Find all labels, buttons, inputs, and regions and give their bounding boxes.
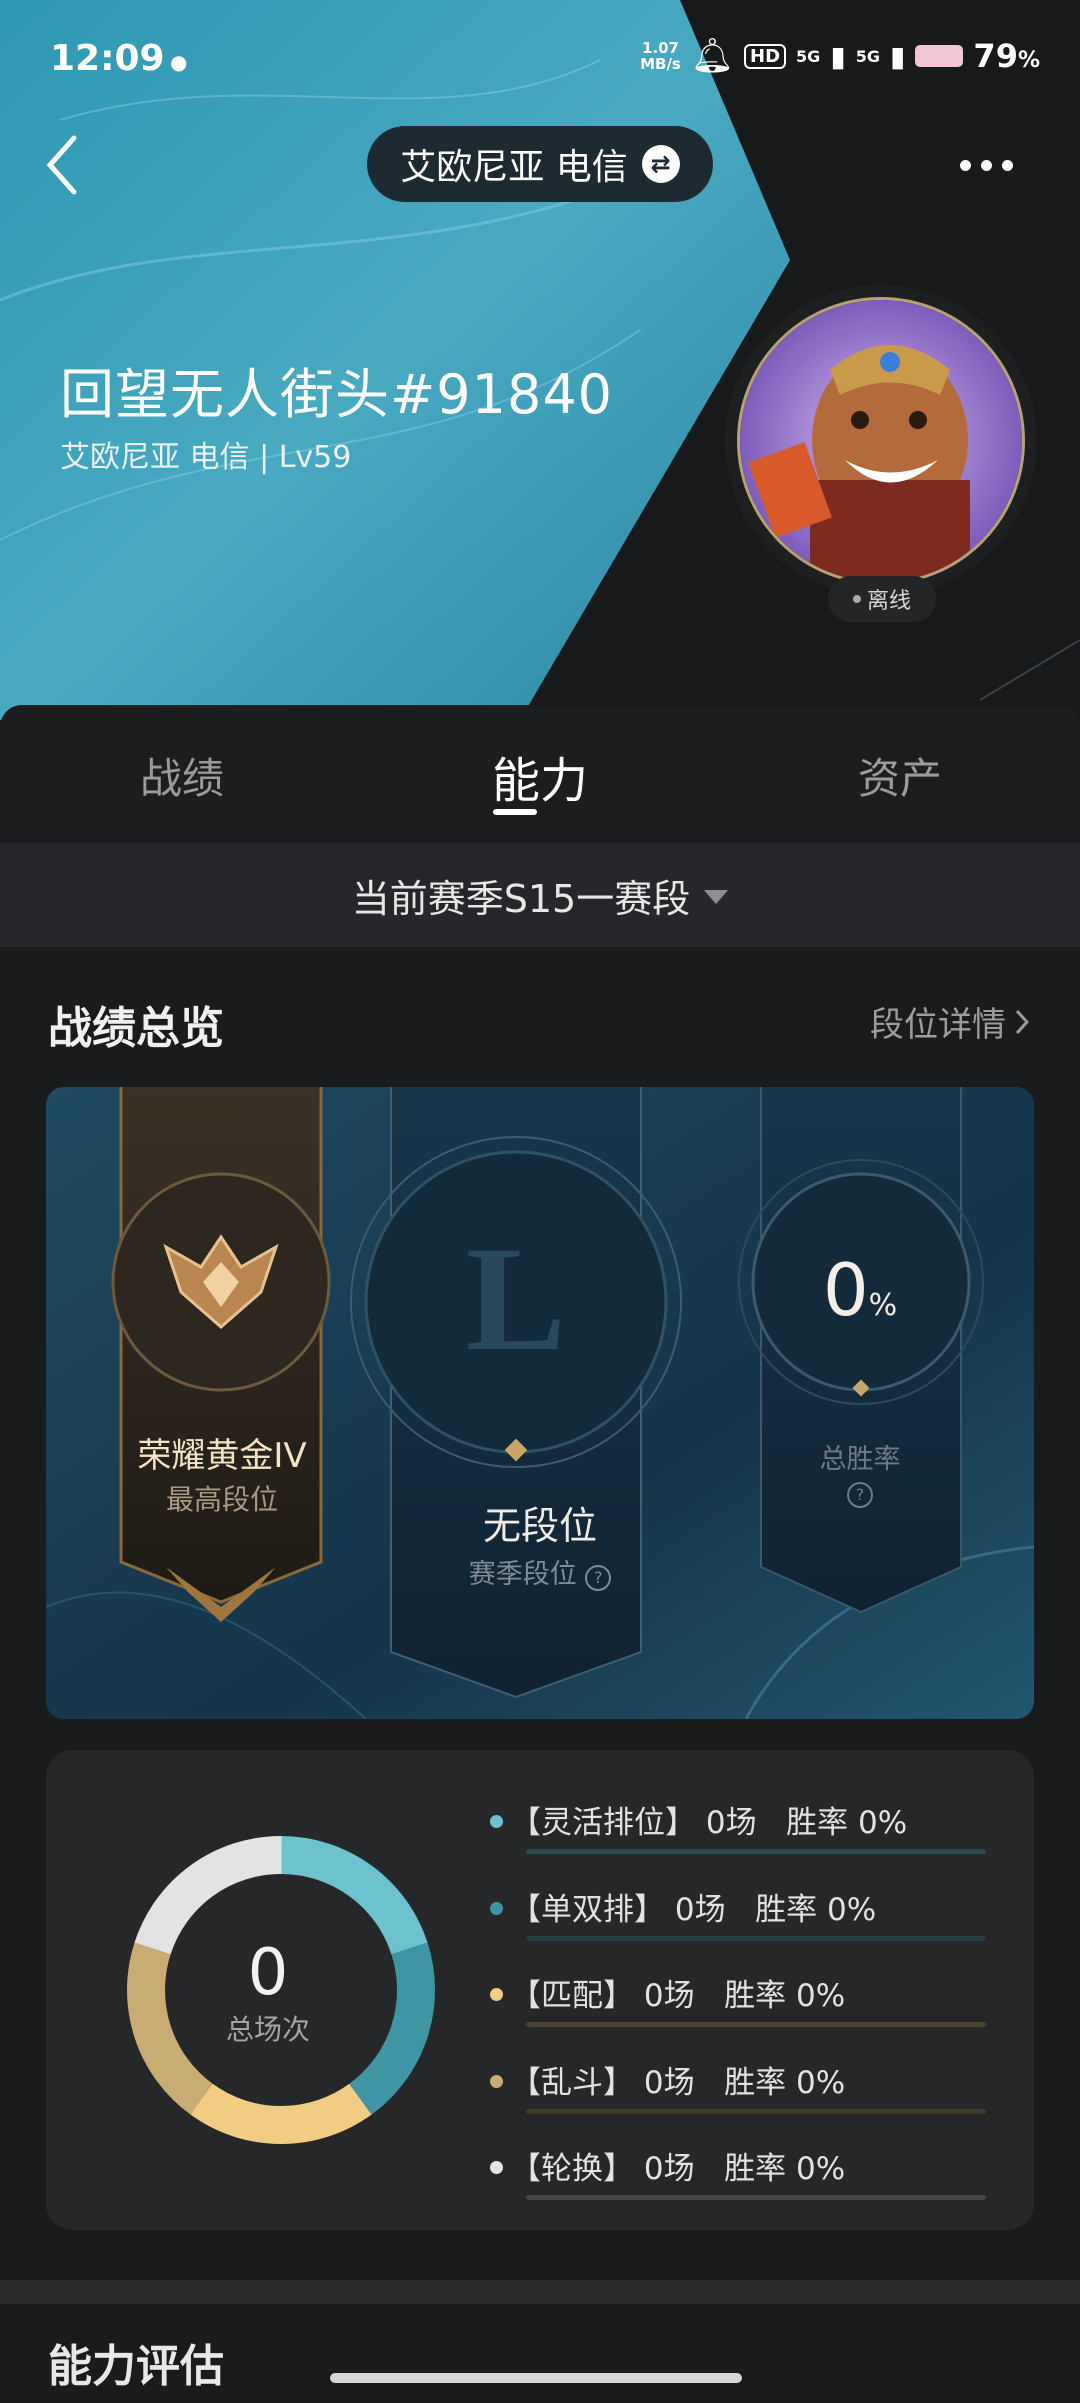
tab-assets[interactable]: 资产 (858, 745, 942, 806)
next-section-title: 能力评估 (48, 2341, 224, 2392)
battery-level: 79% (973, 37, 1040, 75)
help-icon[interactable]: ? (847, 1482, 873, 1508)
season-rank-label: 赛季段位 (468, 1559, 577, 1590)
tab-bar: 战绩 能力 资产 (0, 705, 1080, 843)
total-matches-label: 总场次 (225, 2013, 310, 2046)
more-options-button[interactable] (960, 145, 1024, 185)
champion-portrait (740, 300, 1022, 582)
tab-ability[interactable]: 能力 (492, 741, 588, 811)
home-indicator[interactable] (330, 2373, 742, 2383)
section-title: 战绩总览 (48, 1003, 224, 1054)
swap-icon: ⇄ (641, 145, 680, 183)
signal-5g-2: 5G (855, 46, 880, 66)
network-speed: 1.07 MB/s (640, 39, 681, 73)
player-server-level: 艾欧尼亚 电信 | Lv59 (60, 440, 352, 475)
total-matches: 0 (247, 1936, 289, 2010)
online-status-badge: 离线 (828, 576, 936, 622)
legend-dot (490, 1815, 503, 1828)
signal-5g-1: 5G (796, 46, 821, 66)
chevron-right-icon (1015, 1009, 1030, 1034)
notification-icon: ● (170, 50, 188, 74)
rank-details-label: 段位详情 (870, 1005, 1006, 1045)
legend-dot (490, 2161, 503, 2174)
server-switch-button[interactable]: 艾欧尼亚 电信 ⇄ (367, 126, 713, 202)
status-icons: 1.07 MB/s 🔔︎ HD 5G ▮ 5G ▮ 79% (640, 36, 1040, 76)
legend-normal: 【匹配】 0场 胜率 0% (490, 1970, 990, 2040)
win-rate-label-row[interactable]: 总胜率 ? (760, 1437, 960, 1508)
season-selector[interactable]: 当前赛季S15一赛段 (0, 843, 1080, 947)
legend-label: 【灵活排位】 0场 胜率 0% (510, 1805, 908, 1841)
league-emblem-letter: L (466, 1216, 566, 1382)
dot (960, 159, 971, 171)
legend-dot (490, 1988, 503, 2001)
bell-icon: 🔔︎ (690, 36, 735, 76)
clock: 12:09 (50, 38, 165, 79)
legend-flex: 【灵活排位】 0场 胜率 0% (490, 1797, 990, 1867)
rank-overview-panel: L (46, 1087, 1034, 1719)
legend-bar (526, 1936, 986, 1941)
win-rate-value: 0% (822, 1248, 898, 1332)
signal-icon: ▮ (890, 39, 906, 73)
help-icon[interactable]: ? (585, 1565, 612, 1591)
best-rank-value: 荣耀黄金IV (137, 1436, 307, 1476)
legend-dot (490, 1902, 503, 1915)
tab-record[interactable]: 战绩 (140, 745, 224, 806)
status-bar: 12:09 ● 1.07 MB/s 🔔︎ HD 5G ▮ 5G ▮ 79% (0, 0, 1080, 120)
legend-bar (526, 1849, 986, 1854)
hd-badge: HD (744, 43, 787, 69)
legend-dot (490, 2075, 503, 2088)
battery-icon (915, 45, 964, 67)
back-button[interactable] (40, 130, 100, 200)
season-rank-label-row[interactable]: 赛季段位 ? (400, 1552, 680, 1591)
dot (981, 159, 992, 171)
avatar[interactable] (737, 297, 1025, 585)
best-rank-label: 最高段位 (165, 1483, 278, 1516)
rank-panel-art: L (46, 1087, 1034, 1719)
chevron-left-icon (46, 135, 77, 195)
legend-solo: 【单双排】 0场 胜率 0% (490, 1884, 990, 1954)
active-tab-indicator (493, 809, 537, 815)
legend-label: 【单双排】 0场 胜率 0% (510, 1892, 877, 1928)
profile-header: 12:09 ● 1.07 MB/s 🔔︎ HD 5G ▮ 5G ▮ 79% 艾欧尼… (0, 0, 1080, 720)
server-label: 艾欧尼亚 电信 (400, 147, 628, 188)
legend-rotation: 【轮换】 0场 胜率 0% (490, 2143, 990, 2213)
legend-label: 【乱斗】 0场 胜率 0% (510, 2065, 846, 2101)
legend-bar (526, 2109, 986, 2114)
legend-label: 【轮换】 0场 胜率 0% (510, 2151, 846, 2187)
caret-down-icon (704, 890, 729, 904)
legend-aram: 【乱斗】 0场 胜率 0% (490, 2057, 990, 2127)
season-label: 当前赛季S15一赛段 (351, 876, 691, 921)
win-rate-label: 总胜率 (819, 1444, 901, 1475)
donut-center: 0 总场次 (168, 1938, 368, 2048)
signal-icon: ▮ (830, 39, 846, 73)
player-name: 回望无人街头#91840 (60, 363, 614, 426)
legend-bar (526, 2022, 986, 2027)
legend-bar (526, 2195, 986, 2200)
season-rank-value: 无段位 (482, 1504, 597, 1548)
section-divider (0, 2280, 1080, 2304)
legend-label: 【匹配】 0场 胜率 0% (510, 1978, 846, 2014)
rank-details-link[interactable]: 段位详情 (870, 997, 1032, 1046)
status-dot (852, 595, 861, 603)
dot (1002, 159, 1013, 171)
